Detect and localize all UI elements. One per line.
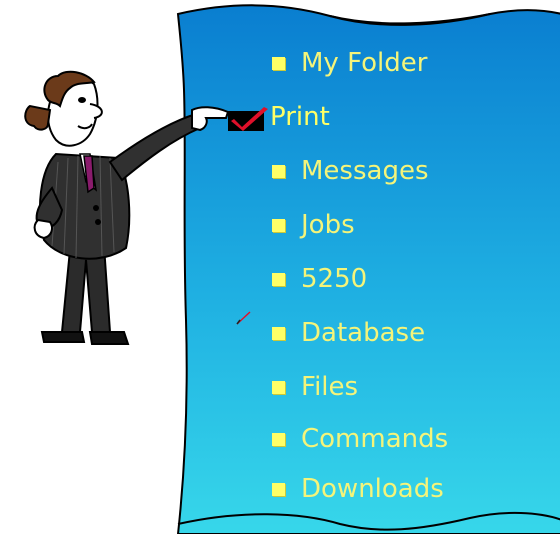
- slide: My Folder Print Messages Jobs 5250 Datab…: [0, 0, 560, 534]
- menu-item-files[interactable]: Files: [272, 366, 358, 408]
- square-bullet-icon: [272, 432, 285, 446]
- menu-item-commands[interactable]: Commands: [272, 418, 448, 460]
- square-bullet-icon: [272, 218, 285, 232]
- menu-item-label: Jobs: [301, 210, 355, 240]
- menu-item-label: Files: [301, 372, 359, 402]
- check-flick-icon: [236, 311, 251, 325]
- square-bullet-icon: [272, 56, 285, 70]
- menu-item-my-folder[interactable]: My Folder: [272, 42, 427, 84]
- folder-menu: My Folder Print Messages Jobs 5250 Datab…: [0, 0, 560, 534]
- menu-item-label: Messages: [301, 156, 429, 186]
- menu-item-downloads[interactable]: Downloads: [272, 468, 444, 510]
- menu-item-label: My Folder: [301, 48, 428, 78]
- menu-item-jobs[interactable]: Jobs: [272, 204, 355, 246]
- menu-item-label: Database: [301, 318, 426, 348]
- square-bullet-icon: [272, 272, 285, 286]
- menu-item-5250[interactable]: 5250: [272, 258, 367, 300]
- menu-item-label: Print: [270, 102, 330, 132]
- menu-item-print[interactable]: Print: [228, 96, 330, 138]
- red-checkmark-icon: [228, 107, 268, 131]
- square-bullet-icon: [272, 326, 285, 340]
- menu-item-label: Downloads: [301, 474, 444, 504]
- square-bullet-icon: [272, 164, 285, 178]
- menu-item-label: Commands: [301, 424, 449, 454]
- menu-item-messages[interactable]: Messages: [272, 150, 429, 192]
- square-bullet-icon: [272, 482, 285, 496]
- menu-item-label: 5250: [301, 264, 368, 294]
- square-bullet-icon: [272, 380, 285, 394]
- menu-item-database[interactable]: Database: [272, 312, 425, 354]
